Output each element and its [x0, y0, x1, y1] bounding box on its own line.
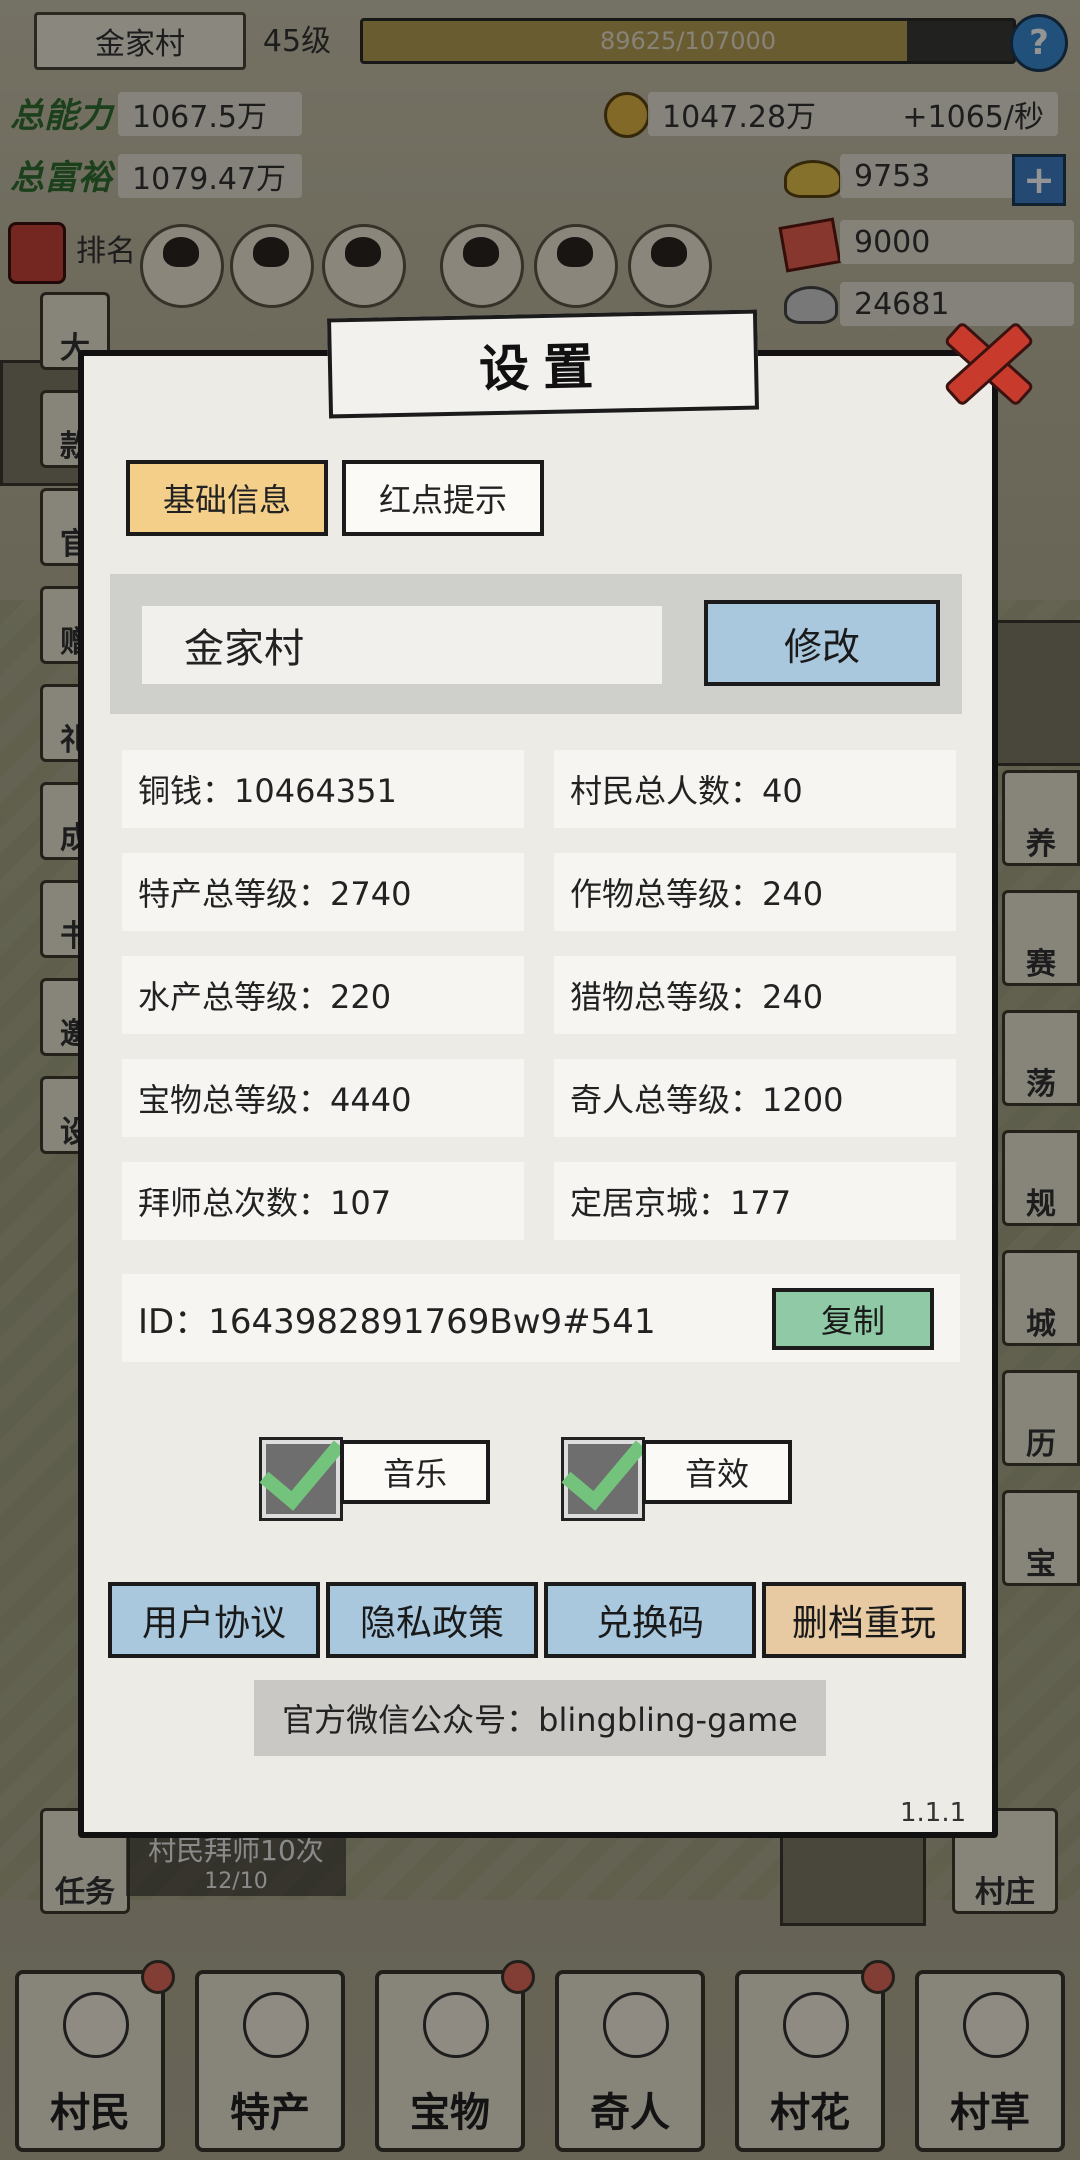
- stat-cell: 作物总等级：240: [554, 853, 956, 931]
- stat-cell: 铜钱：10464351: [122, 750, 524, 828]
- version-label: 1.1.1: [900, 1798, 967, 1828]
- copy-id-button[interactable]: 复制: [772, 1288, 934, 1350]
- stat-cell: 特产总等级：2740: [122, 853, 524, 931]
- tab-red-dot[interactable]: 红点提示: [342, 460, 544, 536]
- stat-cell: 定居京城：177: [554, 1162, 956, 1240]
- stat-cell: 猎物总等级：240: [554, 956, 956, 1034]
- stat-cell: 水产总等级：220: [122, 956, 524, 1034]
- reset-game-button[interactable]: 删档重玩: [762, 1582, 966, 1658]
- stat-cell: 拜师总次数：107: [122, 1162, 524, 1240]
- music-checkbox[interactable]: [259, 1437, 343, 1521]
- close-icon[interactable]: [934, 310, 1034, 410]
- wechat-account: 官方微信公众号：blingbling-game: [254, 1680, 826, 1756]
- stat-cell: 宝物总等级：4440: [122, 1059, 524, 1137]
- stat-cell: 村民总人数：40: [554, 750, 956, 828]
- user-agreement-button[interactable]: 用户协议: [108, 1582, 320, 1658]
- dialog-title: 设置: [327, 309, 759, 419]
- modify-name-button[interactable]: 修改: [704, 600, 940, 686]
- sfx-checkbox[interactable]: [561, 1437, 645, 1521]
- music-label: 音乐: [340, 1440, 490, 1504]
- tab-basic-info[interactable]: 基础信息: [126, 460, 328, 536]
- privacy-policy-button[interactable]: 隐私政策: [326, 1582, 538, 1658]
- stat-cell: 奇人总等级：1200: [554, 1059, 956, 1137]
- sfx-label: 音效: [642, 1440, 792, 1504]
- village-name-field[interactable]: 金家村: [142, 606, 662, 684]
- redeem-code-button[interactable]: 兑换码: [544, 1582, 756, 1658]
